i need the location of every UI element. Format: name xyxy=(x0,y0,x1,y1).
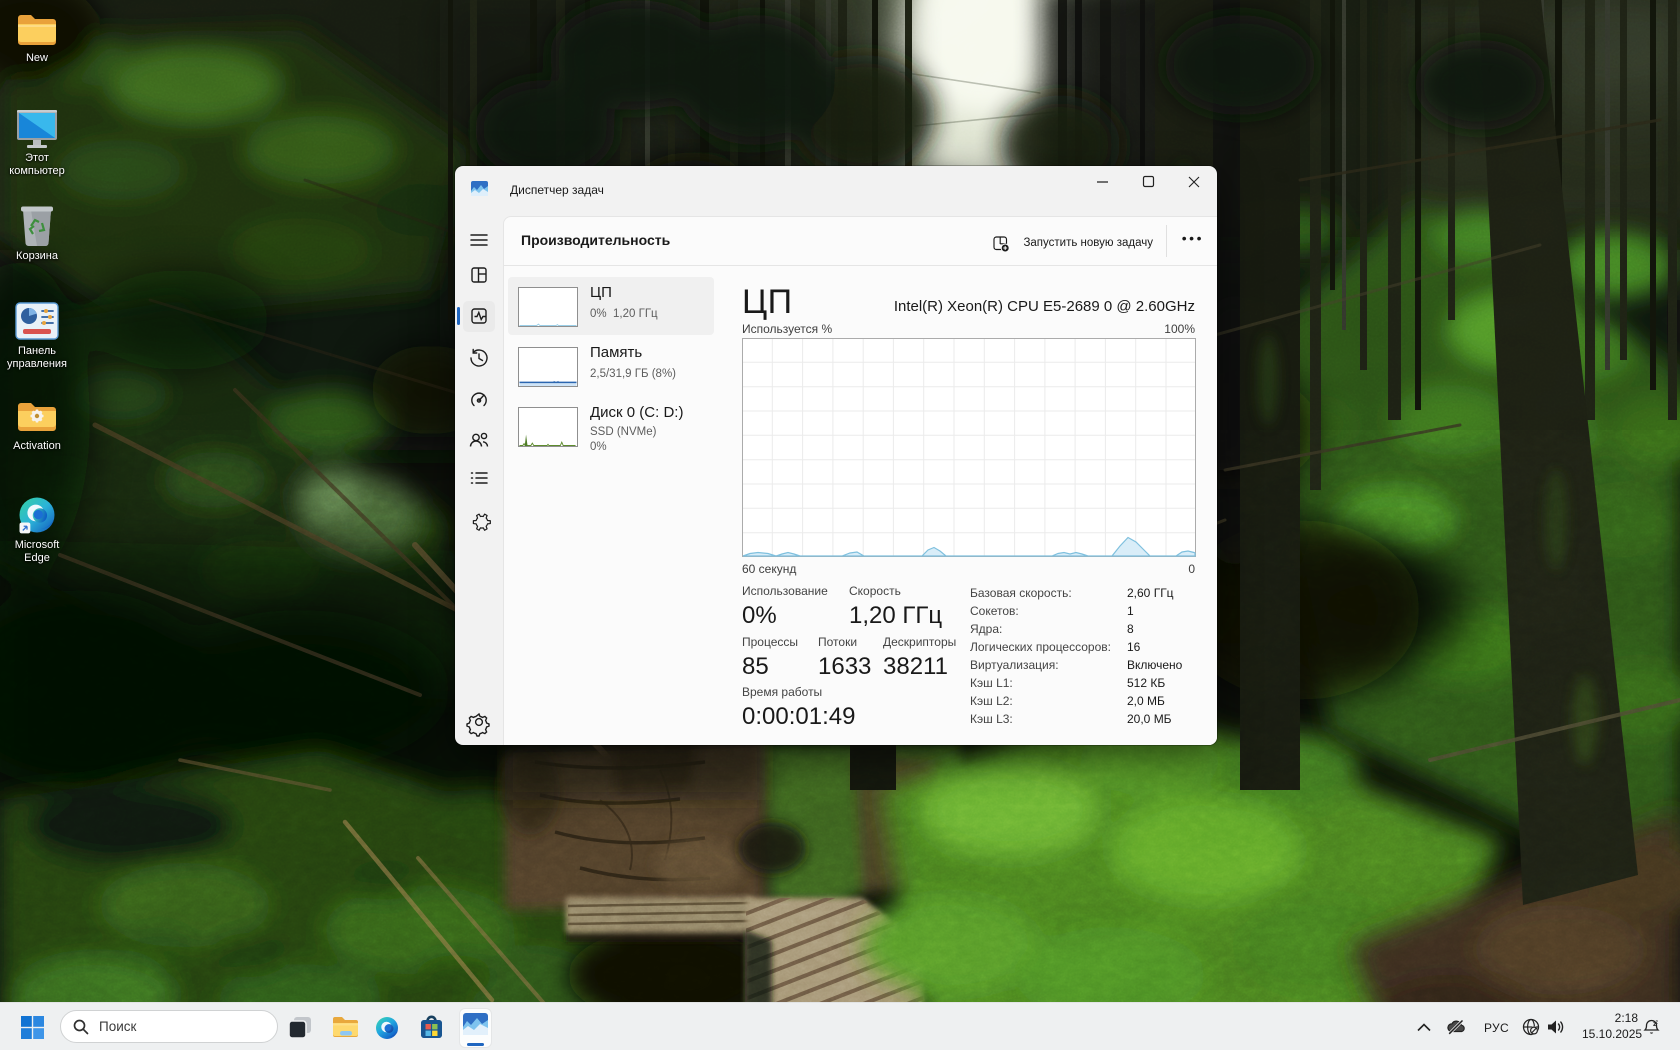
svg-text:z: z xyxy=(1656,1020,1659,1026)
